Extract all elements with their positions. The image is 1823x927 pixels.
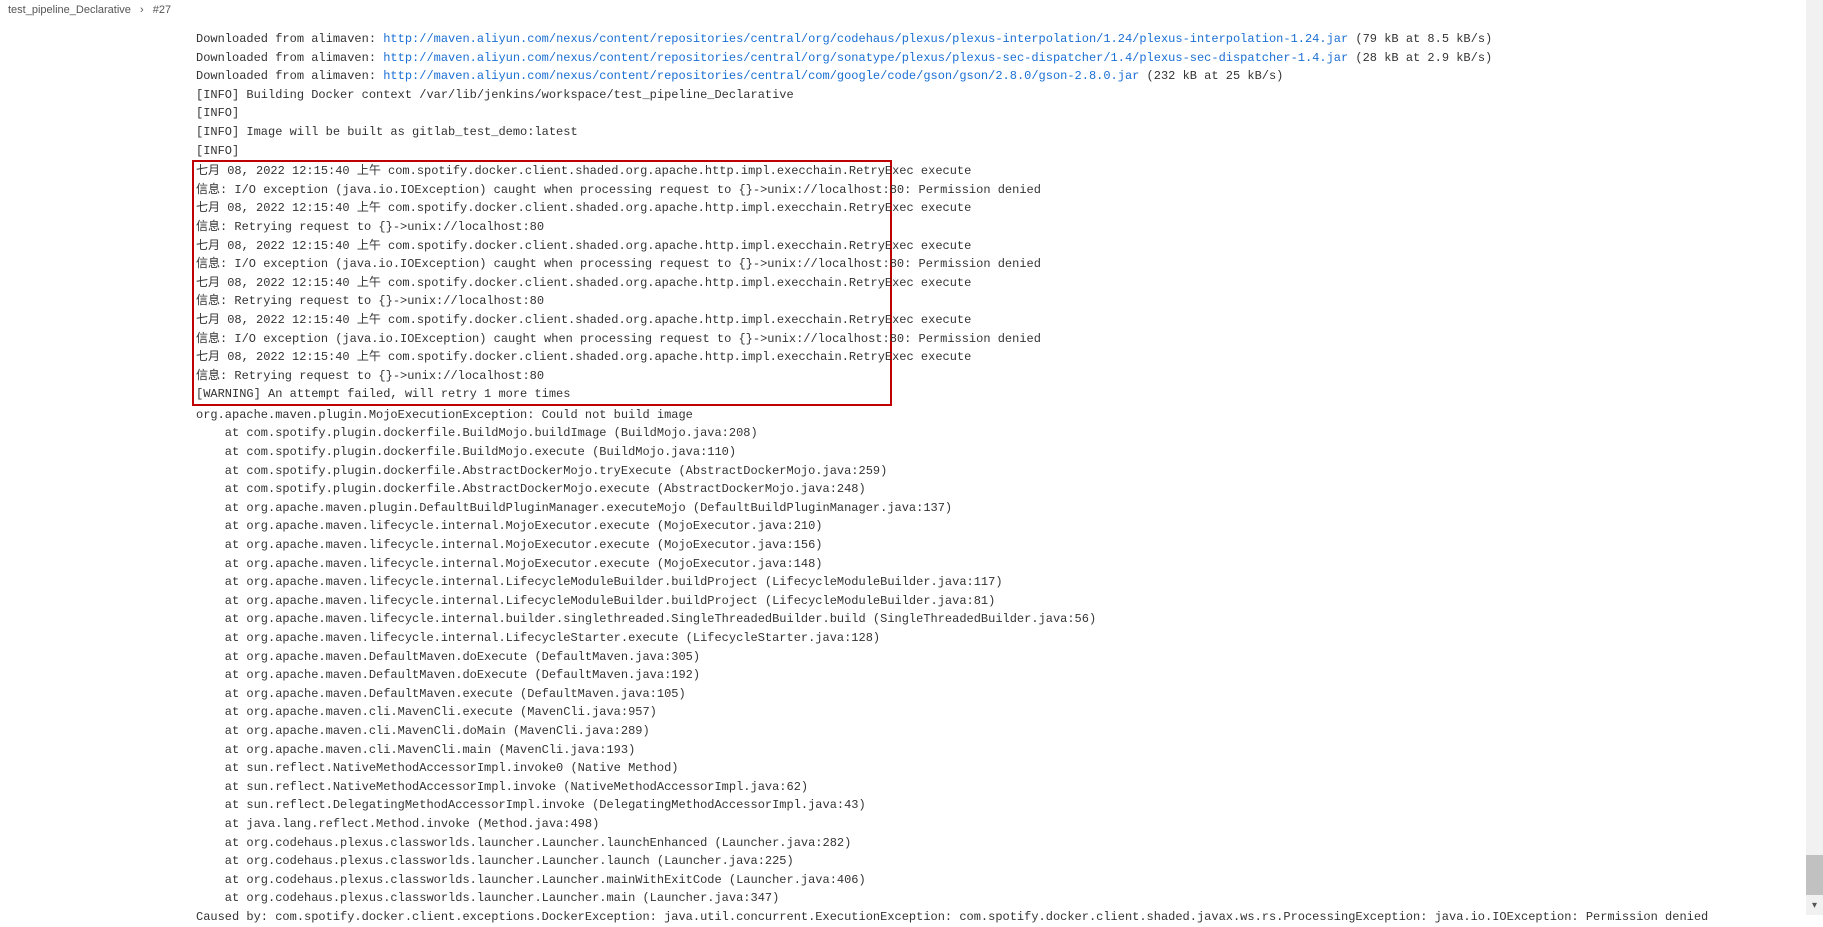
error-line: 信息: Retrying request to {}->unix://local… bbox=[196, 218, 888, 237]
stack-line: at org.apache.maven.cli.MavenCli.main (M… bbox=[196, 741, 1563, 760]
error-line: 七月 08, 2022 12:15:40 上午 com.spotify.dock… bbox=[196, 274, 888, 293]
breadcrumb-item[interactable]: test_pipeline_Declarative bbox=[8, 4, 131, 16]
breadcrumb-sep: › bbox=[140, 4, 144, 16]
stack-line: at java.lang.reflect.Method.invoke (Meth… bbox=[196, 815, 1563, 834]
download-line: Downloaded from alimaven: http://maven.a… bbox=[196, 67, 1563, 86]
caused-by-line: Caused by: com.spotify.docker.client.exc… bbox=[196, 908, 1563, 927]
info-line: [INFO] Image will be built as gitlab_tes… bbox=[196, 123, 1563, 142]
stack-line: at org.apache.maven.cli.MavenCli.doMain … bbox=[196, 722, 1563, 741]
error-line: 七月 08, 2022 12:15:40 上午 com.spotify.dock… bbox=[196, 348, 888, 367]
stack-line: at org.apache.maven.lifecycle.internal.L… bbox=[196, 573, 1563, 592]
error-highlight-box: 七月 08, 2022 12:15:40 上午 com.spotify.dock… bbox=[192, 160, 892, 406]
error-line: 信息: I/O exception (java.io.IOException) … bbox=[196, 181, 888, 200]
error-line: [WARNING] An attempt failed, will retry … bbox=[196, 385, 888, 404]
console-output: Downloaded from alimaven: http://maven.a… bbox=[196, 0, 1563, 927]
stack-line: at org.apache.maven.lifecycle.internal.M… bbox=[196, 517, 1563, 536]
stack-line: at org.codehaus.plexus.classworlds.launc… bbox=[196, 889, 1563, 908]
stack-line: at org.apache.maven.lifecycle.internal.L… bbox=[196, 629, 1563, 648]
info-line: [INFO] bbox=[196, 104, 1563, 123]
stack-line: at org.codehaus.plexus.classworlds.launc… bbox=[196, 871, 1563, 890]
vertical-scrollbar[interactable]: ▾ bbox=[1806, 0, 1823, 915]
error-line: 七月 08, 2022 12:15:40 上午 com.spotify.dock… bbox=[196, 237, 888, 256]
stack-line: at org.apache.maven.cli.MavenCli.execute… bbox=[196, 703, 1563, 722]
scrollbar-thumb[interactable] bbox=[1806, 855, 1823, 895]
download-link[interactable]: http://maven.aliyun.com/nexus/content/re… bbox=[383, 32, 1348, 46]
stack-line: at com.spotify.plugin.dockerfile.BuildMo… bbox=[196, 424, 1563, 443]
info-line: [INFO] bbox=[196, 142, 1563, 161]
stack-line: at org.apache.maven.plugin.DefaultBuildP… bbox=[196, 499, 1563, 518]
exception-header: org.apache.maven.plugin.MojoExecutionExc… bbox=[196, 406, 1563, 425]
download-line: Downloaded from alimaven: http://maven.a… bbox=[196, 49, 1563, 68]
stack-line: at org.codehaus.plexus.classworlds.launc… bbox=[196, 852, 1563, 871]
info-line: [INFO] Building Docker context /var/lib/… bbox=[196, 86, 1563, 105]
error-line: 信息: Retrying request to {}->unix://local… bbox=[196, 292, 888, 311]
download-suffix: (232 kB at 25 kB/s) bbox=[1139, 69, 1283, 83]
error-line: 信息: I/O exception (java.io.IOException) … bbox=[196, 255, 888, 274]
download-suffix: (28 kB at 2.9 kB/s) bbox=[1348, 51, 1492, 65]
stack-line: at org.apache.maven.lifecycle.internal.M… bbox=[196, 555, 1563, 574]
download-line: Downloaded from alimaven: http://maven.a… bbox=[196, 30, 1563, 49]
download-prefix: Downloaded from alimaven: bbox=[196, 69, 383, 83]
download-link[interactable]: http://maven.aliyun.com/nexus/content/re… bbox=[383, 51, 1348, 65]
download-suffix: (79 kB at 8.5 kB/s) bbox=[1348, 32, 1492, 46]
error-line: 信息: I/O exception (java.io.IOException) … bbox=[196, 330, 888, 349]
download-prefix: Downloaded from alimaven: bbox=[196, 51, 383, 65]
stack-line: at com.spotify.plugin.dockerfile.BuildMo… bbox=[196, 443, 1563, 462]
stack-line: at org.codehaus.plexus.classworlds.launc… bbox=[196, 834, 1563, 853]
error-line: 七月 08, 2022 12:15:40 上午 com.spotify.dock… bbox=[196, 199, 888, 218]
stack-line: at org.apache.maven.lifecycle.internal.b… bbox=[196, 610, 1563, 629]
stack-line: at com.spotify.plugin.dockerfile.Abstrac… bbox=[196, 480, 1563, 499]
stack-line: at sun.reflect.NativeMethodAccessorImpl.… bbox=[196, 778, 1563, 797]
stack-line: at sun.reflect.NativeMethodAccessorImpl.… bbox=[196, 759, 1563, 778]
error-line: 七月 08, 2022 12:15:40 上午 com.spotify.dock… bbox=[196, 311, 888, 330]
stack-line: at sun.reflect.DelegatingMethodAccessorI… bbox=[196, 796, 1563, 815]
error-line: 信息: Retrying request to {}->unix://local… bbox=[196, 367, 888, 386]
stack-line: at com.spotify.plugin.dockerfile.Abstrac… bbox=[196, 462, 1563, 481]
stack-line: at org.apache.maven.lifecycle.internal.L… bbox=[196, 592, 1563, 611]
breadcrumb-item[interactable]: #27 bbox=[153, 4, 171, 16]
stack-line: at org.apache.maven.DefaultMaven.doExecu… bbox=[196, 648, 1563, 667]
scrollbar-down-arrow[interactable]: ▾ bbox=[1806, 898, 1823, 915]
breadcrumb: test_pipeline_Declarative › #27 bbox=[0, 0, 185, 21]
stack-line: at org.apache.maven.lifecycle.internal.M… bbox=[196, 536, 1563, 555]
stack-line: at org.apache.maven.DefaultMaven.execute… bbox=[196, 685, 1563, 704]
download-prefix: Downloaded from alimaven: bbox=[196, 32, 383, 46]
error-line: 七月 08, 2022 12:15:40 上午 com.spotify.dock… bbox=[196, 162, 888, 181]
stack-line: at org.apache.maven.DefaultMaven.doExecu… bbox=[196, 666, 1563, 685]
download-link[interactable]: http://maven.aliyun.com/nexus/content/re… bbox=[383, 69, 1139, 83]
